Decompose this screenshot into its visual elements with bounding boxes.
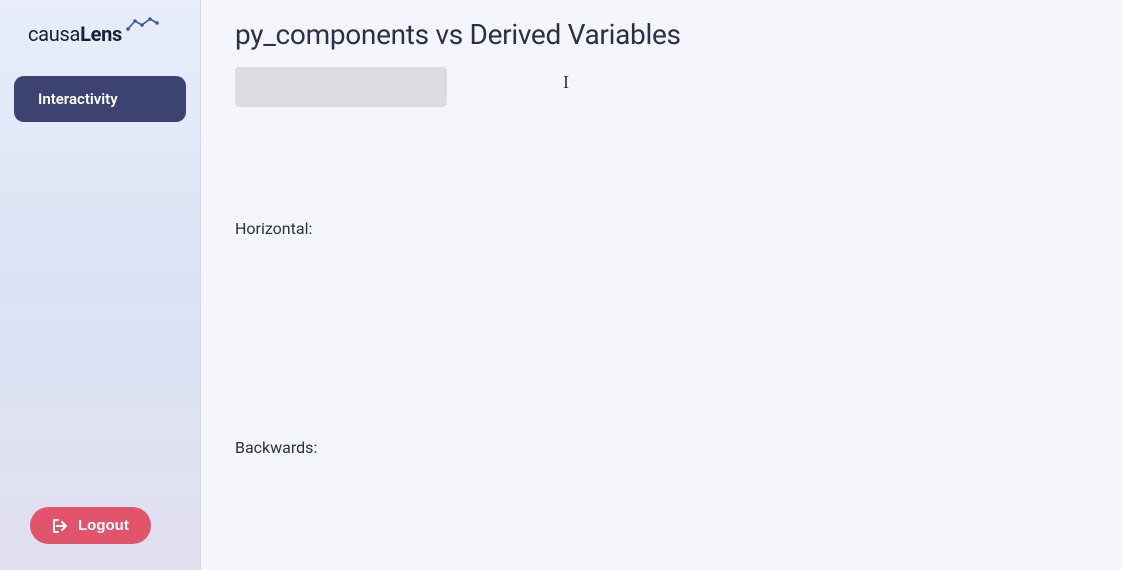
logo-prefix: causa xyxy=(28,22,80,46)
brand-logo: causaLens xyxy=(14,18,186,46)
horizontal-section: Horizontal: xyxy=(235,219,1088,238)
horizontal-label: Horizontal: xyxy=(235,219,1088,238)
logout-icon xyxy=(52,518,68,534)
main-content: py_components vs Derived Variables Horiz… xyxy=(201,0,1122,570)
page-title: py_components vs Derived Variables xyxy=(235,18,1088,51)
main-text-input[interactable] xyxy=(235,67,447,107)
logout-button[interactable]: Logout xyxy=(30,507,151,544)
sidebar-item-label: Interactivity xyxy=(38,90,118,108)
backwards-label: Backwards: xyxy=(235,438,1088,457)
logo-bold: Lens xyxy=(80,22,122,46)
logo-text: causaLens xyxy=(28,22,122,46)
backwards-section: Backwards: xyxy=(235,438,1088,457)
logo-spark-icon xyxy=(126,16,160,36)
logout-label: Logout xyxy=(78,517,129,534)
sidebar-item-interactivity[interactable]: Interactivity xyxy=(14,76,186,122)
sidebar: causaLens Interactivity Logout xyxy=(0,0,200,570)
text-cursor-icon: I xyxy=(563,72,569,93)
